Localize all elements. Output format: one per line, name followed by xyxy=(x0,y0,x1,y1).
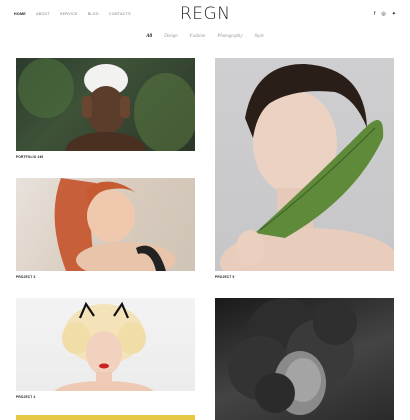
site-logo[interactable]: REGN xyxy=(180,4,230,24)
portrait-image xyxy=(54,301,154,391)
filter-fashion[interactable]: Fashion xyxy=(190,34,206,39)
portrait-image xyxy=(18,58,195,151)
filter-all[interactable]: All xyxy=(146,34,152,39)
twitter-icon[interactable]: ✦ xyxy=(392,11,396,17)
portfolio-caption[interactable]: Portfolio 249 xyxy=(16,155,43,159)
portfolio-caption[interactable]: Project 3 xyxy=(16,275,36,279)
filter-photography[interactable]: Photography xyxy=(217,34,242,39)
nav-item-home[interactable]: Home xyxy=(14,12,26,16)
main-nav: Home About Service Blog Contacts xyxy=(14,12,131,16)
nav-item-service[interactable]: Service xyxy=(60,12,78,16)
portfolio-tile-image[interactable] xyxy=(16,298,195,391)
filter-style[interactable]: Style xyxy=(254,34,263,39)
portrait-image xyxy=(220,63,394,271)
facebook-icon[interactable]: f xyxy=(374,11,375,17)
portfolio-tile-image[interactable] xyxy=(16,58,195,151)
filter-design[interactable]: Design xyxy=(164,34,178,39)
portfolio-tile-image[interactable] xyxy=(16,415,195,420)
portfolio-caption[interactable]: Project 5 xyxy=(215,275,235,279)
portfolio-tile-image[interactable] xyxy=(215,58,394,271)
portrait-image xyxy=(228,298,357,415)
nav-item-contacts[interactable]: Contacts xyxy=(109,12,131,16)
nav-item-about[interactable]: About xyxy=(36,12,50,16)
portfolio-caption[interactable]: Project 4 xyxy=(16,395,36,399)
social-links: f ◎ ✦ xyxy=(374,11,396,17)
page: Home About Service Blog Contacts REGN f … xyxy=(0,0,410,420)
site-header: Home About Service Blog Contacts REGN f … xyxy=(0,0,410,30)
portfolio-tile-image[interactable] xyxy=(16,178,195,271)
nav-item-blog[interactable]: Blog xyxy=(88,12,99,16)
instagram-icon[interactable]: ◎ xyxy=(381,11,385,17)
portfolio-tile-image[interactable] xyxy=(215,298,394,420)
portfolio-filters: All Design Fashion Photography Style xyxy=(0,34,410,39)
portrait-image xyxy=(54,178,176,271)
